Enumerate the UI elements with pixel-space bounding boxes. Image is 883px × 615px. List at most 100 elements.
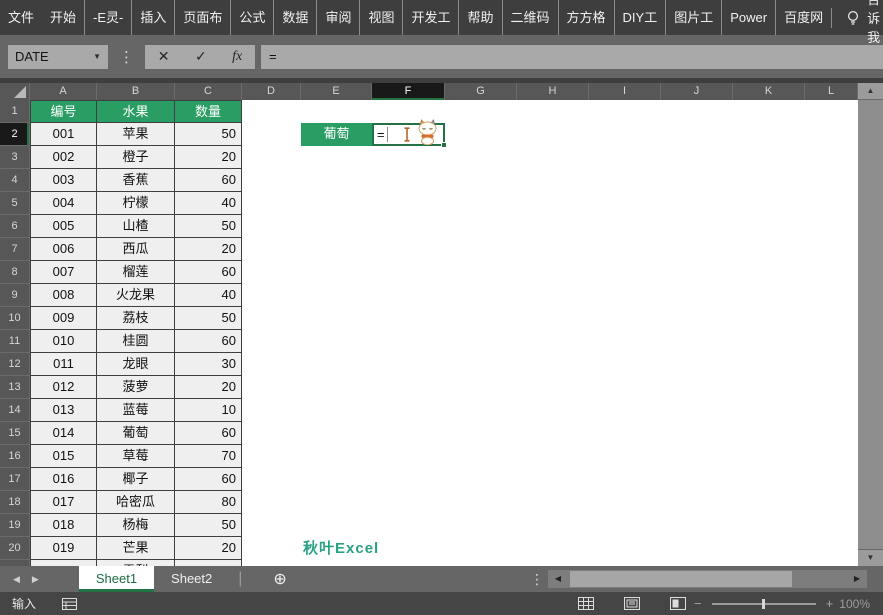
column-header-E[interactable]: E: [301, 83, 372, 100]
cell-J10[interactable]: [661, 307, 733, 330]
cell-L13[interactable]: [805, 376, 858, 399]
cell-E19[interactable]: [301, 514, 372, 537]
cell-I14[interactable]: [589, 399, 661, 422]
cell-B13[interactable]: 菠萝: [97, 376, 175, 399]
cell-A9[interactable]: 008: [30, 284, 97, 307]
row-header-8[interactable]: 8: [0, 261, 30, 284]
cell-G5[interactable]: [445, 192, 517, 215]
cell-G4[interactable]: [445, 169, 517, 192]
row-header-10[interactable]: 10: [0, 307, 30, 330]
cell-B7[interactable]: 西瓜: [97, 238, 175, 261]
cell-H2[interactable]: [517, 123, 589, 146]
cell-H7[interactable]: [517, 238, 589, 261]
cell-H14[interactable]: [517, 399, 589, 422]
cell-G18[interactable]: [445, 491, 517, 514]
cell-B12[interactable]: 龙眼: [97, 353, 175, 376]
cell-A2[interactable]: 001: [30, 123, 97, 146]
cell-E5[interactable]: [301, 192, 372, 215]
cell-I5[interactable]: [589, 192, 661, 215]
cell-H16[interactable]: [517, 445, 589, 468]
cell-E3[interactable]: [301, 146, 372, 169]
cell-H11[interactable]: [517, 330, 589, 353]
cell-D19[interactable]: [242, 514, 301, 537]
cell-G19[interactable]: [445, 514, 517, 537]
zoom-out-icon[interactable]: −: [694, 596, 702, 611]
tab-sheet1[interactable]: Sheet1: [79, 566, 154, 592]
cell-H19[interactable]: [517, 514, 589, 537]
row-header-19[interactable]: 19: [0, 514, 30, 537]
cell-C20[interactable]: 20: [175, 537, 242, 560]
zoom-level[interactable]: 100%: [839, 597, 870, 611]
cell-J17[interactable]: [661, 468, 733, 491]
cell-F14[interactable]: [372, 399, 445, 422]
cell-K4[interactable]: [733, 169, 805, 192]
row-header-16[interactable]: 16: [0, 445, 30, 468]
name-box-dropdown-arrow[interactable]: ▼: [93, 52, 101, 61]
cell-F20[interactable]: [372, 537, 445, 560]
cell-A8[interactable]: 007: [30, 261, 97, 284]
row-header-2[interactable]: 2: [0, 123, 30, 146]
cell-J15[interactable]: [661, 422, 733, 445]
cell-F18[interactable]: [372, 491, 445, 514]
cell-F19[interactable]: [372, 514, 445, 537]
cell-A15[interactable]: 014: [30, 422, 97, 445]
cell-I8[interactable]: [589, 261, 661, 284]
cell-E2[interactable]: 葡萄: [301, 123, 372, 146]
cell-J20[interactable]: [661, 537, 733, 560]
cell-A19[interactable]: 018: [30, 514, 97, 537]
cell-C3[interactable]: 20: [175, 146, 242, 169]
cell-B15[interactable]: 葡萄: [97, 422, 175, 445]
cell-E6[interactable]: [301, 215, 372, 238]
cell-C9[interactable]: 40: [175, 284, 242, 307]
cell-L17[interactable]: [805, 468, 858, 491]
cell-G1[interactable]: [445, 100, 517, 123]
column-header-B[interactable]: B: [97, 83, 175, 100]
cell-D12[interactable]: [242, 353, 301, 376]
ribbon-tab-12[interactable]: 方方格: [558, 0, 614, 35]
cell-E14[interactable]: [301, 399, 372, 422]
cell-K18[interactable]: [733, 491, 805, 514]
cell-D9[interactable]: [242, 284, 301, 307]
cell-H9[interactable]: [517, 284, 589, 307]
cell-D8[interactable]: [242, 261, 301, 284]
cell-H5[interactable]: [517, 192, 589, 215]
zoom-slider[interactable]: [712, 603, 816, 605]
zoom-slider-thumb[interactable]: [762, 599, 765, 609]
cell-H3[interactable]: [517, 146, 589, 169]
cell-G3[interactable]: [445, 146, 517, 169]
cell-F3[interactable]: [372, 146, 445, 169]
cell-F17[interactable]: [372, 468, 445, 491]
macro-record-icon[interactable]: [62, 598, 77, 610]
cell-F12[interactable]: [372, 353, 445, 376]
cell-H6[interactable]: [517, 215, 589, 238]
cell-L9[interactable]: [805, 284, 858, 307]
ribbon-tab-2[interactable]: -E灵-: [84, 0, 131, 35]
cell-C15[interactable]: 60: [175, 422, 242, 445]
cell-I11[interactable]: [589, 330, 661, 353]
page-layout-icon[interactable]: [624, 597, 640, 610]
cell-C13[interactable]: 20: [175, 376, 242, 399]
select-all-corner[interactable]: [0, 83, 30, 100]
cell-A12[interactable]: 011: [30, 353, 97, 376]
ribbon-tab-15[interactable]: Power: [721, 0, 775, 35]
cell-D1[interactable]: [242, 100, 301, 123]
cell-C5[interactable]: 40: [175, 192, 242, 215]
cell-H18[interactable]: [517, 491, 589, 514]
cell-K6[interactable]: [733, 215, 805, 238]
name-box[interactable]: DATE ▼: [8, 45, 108, 69]
cell-B3[interactable]: 橙子: [97, 146, 175, 169]
cell-B1[interactable]: 水果: [97, 100, 175, 123]
hscroll-right-icon[interactable]: ▶: [847, 570, 867, 588]
row-header-3[interactable]: 3: [0, 146, 30, 169]
ribbon-tab-3[interactable]: 插入: [131, 0, 174, 35]
row-header-1[interactable]: 1: [0, 100, 30, 123]
cell-J11[interactable]: [661, 330, 733, 353]
cell-L12[interactable]: [805, 353, 858, 376]
cell-K7[interactable]: [733, 238, 805, 261]
cell-E10[interactable]: [301, 307, 372, 330]
column-header-K[interactable]: K: [733, 83, 805, 100]
cell-A18[interactable]: 017: [30, 491, 97, 514]
formula-input[interactable]: =: [261, 45, 883, 69]
cell-F4[interactable]: [372, 169, 445, 192]
column-header-J[interactable]: J: [661, 83, 733, 100]
